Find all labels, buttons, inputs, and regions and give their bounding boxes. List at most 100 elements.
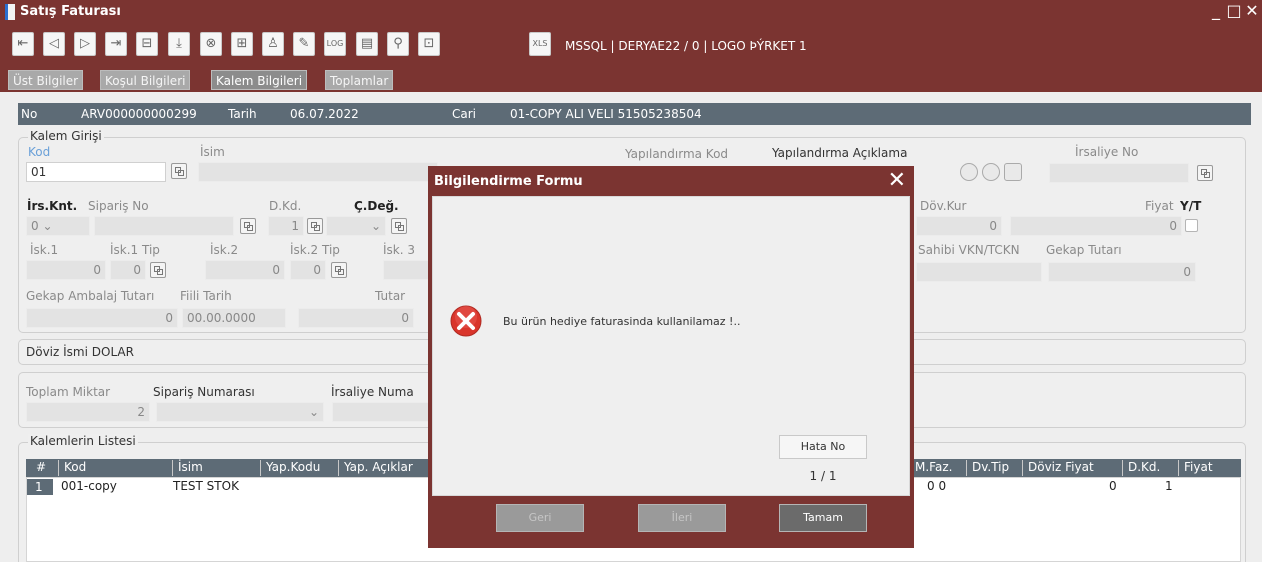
invoice-date: 06.07.2022 [290,107,359,121]
isk1-tip-lookup-icon[interactable] [150,262,166,278]
tutar-field[interactable]: 0 [298,308,414,328]
siparis-lookup-icon[interactable] [240,218,256,234]
lock-icon[interactable]: ⊡ [418,32,440,56]
configure-icon[interactable] [960,163,978,181]
no-label: No [21,107,38,121]
yt-checkbox[interactable] [1185,219,1198,232]
settings-gear-icon[interactable] [982,163,1000,181]
gekap-tutari-field[interactable]: 0 [1048,262,1196,282]
isim-field[interactable] [198,162,438,182]
row-doviz-fiyat: 0 [1109,479,1117,493]
title-bar: Satış Faturası _ □ ✕ [0,0,1262,24]
column-header-yap-aciklama[interactable]: Yap. Açıklar [338,460,428,476]
database-info: MSSQL | DERYAE22 / 0 | LOGO ÞÝRKET 1 [565,39,807,53]
column-header-m-faz[interactable]: M.Faz. [910,460,964,476]
isk2-tip-lookup-icon[interactable] [331,262,347,278]
geri-button[interactable]: Geri [496,504,584,532]
minimize-button[interactable]: _ [1206,1,1226,21]
chevron-down-icon: ⌄ [370,219,381,233]
log-icon[interactable]: LOG [324,32,346,56]
page-indicator: 1 / 1 [809,469,837,483]
previous-record-icon[interactable]: ◁ [43,32,65,56]
cancel-icon[interactable]: ⊗ [200,32,222,56]
siparis-numarasi-label: Sipariş Numarası [153,385,255,399]
last-record-icon[interactable]: ⇥ [105,32,127,56]
xls-export-icon[interactable]: XLS [529,32,551,56]
dkd-field[interactable]: 1 [268,216,304,236]
dialog-content-panel: Bu ürün hediye faturasinda kullanilamaz … [432,196,910,496]
dov-kur-field[interactable]: 0 [916,216,1002,236]
user-icon[interactable]: ♙ [262,32,284,56]
irsaliye-no-label: İrsaliye No [1075,145,1139,159]
dialog-title: Bilgilendirme Formu [434,174,583,189]
irsaliye-numarasi-select[interactable] [332,402,432,422]
hata-no-button[interactable]: Hata No [779,435,867,459]
gekap-ambalaj-field[interactable]: 0 [26,308,178,328]
fiili-tarih-field[interactable]: 00.00.0000 [182,308,286,328]
dkd-lookup-icon[interactable] [307,218,323,234]
link-icon[interactable]: ⚲ [387,32,409,56]
fiyat-label: Fiyat [1145,199,1174,213]
cdeg-label: Ç.Değ. [354,199,399,213]
toolbar: ⇤ ◁ ▷ ⇥ ⊟ ⤓ ⊗ ⊞ ♙ ✎ LOG ▤ ⚲ ⊡ XLS MSSQL … [0,24,1262,68]
edit-icon[interactable]: ✎ [293,32,315,56]
irs-knt-select[interactable]: 0 ⌄ [26,216,90,236]
siparis-no-field[interactable] [94,216,234,236]
irsaliye-numarasi-label: İrsaliye Numa [331,385,414,399]
column-header-dkd[interactable]: D.Kd. [1122,460,1176,476]
close-window-button[interactable]: ✕ [1242,1,1262,21]
column-header-kod[interactable]: Kod [58,460,158,476]
ileri-button[interactable]: İleri [638,504,726,532]
tamam-button[interactable]: Tamam [779,504,867,532]
sahibi-vkn-field[interactable] [916,262,1042,282]
column-header-doviz-fiyat[interactable]: Döviz Fiyat [1022,460,1122,476]
download-icon[interactable]: ⤓ [168,32,190,56]
row-isim: TEST STOK [173,479,239,493]
next-record-icon[interactable]: ▷ [74,32,96,56]
isk3-field[interactable] [383,260,433,280]
siparis-no-label: Sipariş No [88,199,149,213]
tab-kalem-bilgileri[interactable]: Kalem Bilgileri [211,70,308,90]
row-number: 1 [27,479,53,495]
isk1-field[interactable]: 0 [26,260,106,280]
cdeg-select[interactable]: ⌄ [326,216,386,236]
detail-search-icon[interactable] [1004,163,1022,181]
doviz-label: Döviz İsmi DOLAR [26,345,134,359]
logo-app-icon [5,4,15,20]
save-icon[interactable]: ⊟ [136,32,158,56]
tab-toplamlar[interactable]: Toplamlar [325,70,394,90]
tutar-label: Tutar [375,289,406,303]
column-header-yap-kodu[interactable]: Yap.Kodu [260,460,336,476]
cdeg-lookup-icon[interactable] [391,218,407,234]
tab-ust-bilgiler[interactable]: Üst Bilgiler [8,70,84,90]
isk2-tip-field[interactable]: 0 [290,260,326,280]
dialog-close-button[interactable]: ✕ [888,168,906,193]
row-dkd: 1 [1165,479,1173,493]
tab-kosul-bilgileri[interactable]: Koşul Bilgileri [100,70,191,90]
column-header-isim[interactable]: İsim [172,460,252,476]
add-icon[interactable]: ⊞ [231,32,253,56]
toplam-miktar-label: Toplam Miktar [26,385,111,399]
siparis-numarasi-select[interactable]: ⌄ [156,402,324,422]
kod-lookup-icon[interactable] [171,163,187,179]
tab-strip: Üst Bilgiler Koşul Bilgileri Kalem Bilgi… [0,68,1262,92]
column-header-fiyat[interactable]: Fiyat [1178,460,1238,476]
gekap-ambalaj-label: Gekap Ambalaj Tutarı [26,289,155,303]
chevron-down-icon: ⌄ [42,219,53,233]
invoice-header-bar: No ARV000000000299 Tarih 06.07.2022 Cari… [18,103,1251,125]
irsaliye-no-field[interactable] [1049,163,1189,183]
error-message: Bu ürün hediye faturasinda kullanilamaz … [503,315,741,328]
isk1-tip-field[interactable]: 0 [110,260,146,280]
first-record-icon[interactable]: ⇤ [12,32,34,56]
maximize-button[interactable]: □ [1224,1,1244,21]
row-dv-tip: 0 0 [927,479,947,493]
column-header-no[interactable]: # [26,460,56,476]
fiyat-field[interactable]: 0 [1010,216,1182,236]
isk2-tip-label: İsk.2 Tip [290,243,340,257]
irsaliye-lookup-icon[interactable] [1197,165,1213,181]
isk2-field[interactable]: 0 [205,260,285,280]
column-header-dv-tip[interactable]: Dv.Tip [966,460,1020,476]
document-icon[interactable]: ▤ [356,32,378,56]
kod-input[interactable]: 01 [26,162,166,182]
dov-kur-label: Döv.Kur [920,199,967,213]
